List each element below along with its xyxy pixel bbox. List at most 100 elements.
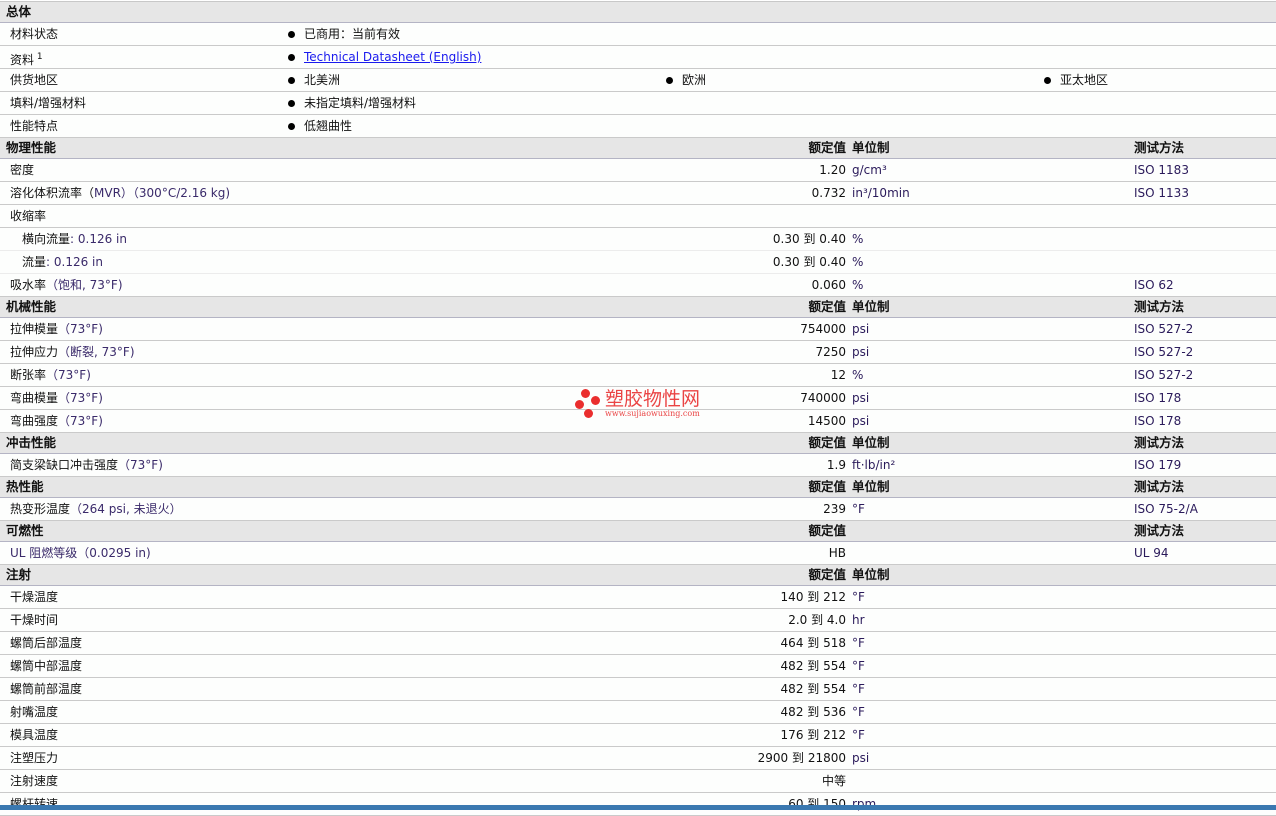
row-value: 482 到 554 [780, 682, 846, 696]
row-unit: °F [852, 590, 865, 604]
section-title: 物理性能 [6, 140, 57, 155]
header-method: 测试方法 [1134, 523, 1185, 538]
section-header-general: 总体 [0, 2, 1276, 23]
table-row: 材料状态 已商用：当前有效 [0, 23, 1276, 46]
table-row: 吸水率（饱和, 73°F) 0.060% ISO 62 [0, 274, 1276, 297]
watermark-logo: 塑胶物性网 www.sujiaowuxing.com [575, 387, 700, 419]
header-value: 额定值 [808, 479, 846, 494]
table-row: 螺筒中部温度 482 到 554 °F [0, 655, 1276, 678]
row-unit: psi [852, 391, 870, 405]
row-value: 0.732 [811, 186, 846, 200]
table-row: 螺筒前部温度 482 到 554 °F [0, 678, 1276, 701]
row-test-method: ISO 178 [1134, 414, 1182, 428]
table-row: 拉伸应力（断裂, 73°F) 7250 psi ISO 527-2 [0, 341, 1276, 364]
row-label: 螺杆转速 [10, 797, 59, 811]
section-title: 冲击性能 [6, 435, 57, 450]
row-test-method: ISO 1133 [1134, 186, 1189, 200]
row-condition: （73°F) [58, 414, 103, 428]
list-item: 低翘曲性 [288, 115, 352, 137]
row-label: 射嘴温度 [10, 705, 59, 719]
row-value: 14500 [807, 414, 846, 428]
row-condition: （264 psi, 未退火） [70, 502, 182, 516]
header-method: 测试方法 [1134, 479, 1185, 494]
table-row: 模具温度 176 到 212 °F [0, 724, 1276, 747]
header-unit: 单位制 [852, 567, 890, 582]
row-test-method: ISO 75-2/A [1134, 502, 1198, 516]
table-row: 横向流量: 0.126 in 0.30 到 0.40% [0, 228, 1276, 251]
row-label: 弯曲模量（73°F) [10, 391, 103, 405]
table-row: UL 阻燃等级（0.0295 in) HB UL 94 [0, 542, 1276, 565]
table-row: 流量: 0.126 in 0.30 到 0.40% [0, 251, 1276, 274]
watermark-url: www.sujiaowuxing.com [605, 408, 700, 418]
row-unit: % [852, 255, 864, 269]
row-label: 拉伸应力（断裂, 73°F) [10, 345, 135, 359]
row-test-method: ISO 179 [1134, 458, 1182, 472]
row-label: 热变形温度（264 psi, 未退火） [10, 502, 182, 516]
table-row: 射嘴温度 482 到 536 °F [0, 701, 1276, 724]
footnote-marker: 1 [34, 52, 43, 62]
row-unit: rpm [852, 797, 877, 811]
header-unit: 单位制 [852, 435, 890, 450]
table-row: 供货地区 北美洲 欧洲 亚太地区 [0, 69, 1276, 92]
row-label: 模具温度 [10, 728, 59, 742]
row-value: 482 到 536 [780, 705, 846, 719]
table-row: 收缩率 [0, 205, 1276, 228]
row-condition: （断裂, 73°F) [58, 345, 135, 359]
row-condition: : 0.126 in [46, 255, 103, 269]
row-value: 中等 [821, 774, 846, 788]
bottom-bar [0, 805, 1276, 810]
list-item: Technical Datasheet (English) [288, 46, 481, 68]
header-value: 额定值 [808, 435, 846, 450]
row-condition: （饱和, 73°F) [46, 278, 123, 292]
row-value: 2900 到 21800 [757, 751, 846, 765]
row-value: 740000 [800, 391, 846, 405]
row-test-method: ISO 527-2 [1134, 368, 1194, 382]
row-unit: % [852, 232, 864, 246]
row-condition: : 0.126 in [70, 232, 127, 246]
table-row: 资料 1 Technical Datasheet (English) [0, 46, 1276, 69]
row-test-method: ISO 178 [1134, 391, 1182, 405]
row-value: 0.30 到 0.40 [772, 232, 846, 246]
row-unit: hr [852, 613, 865, 627]
list-item: 欧洲 [666, 69, 706, 91]
header-unit: 单位制 [852, 479, 890, 494]
section-header: 热性能 额定值 单位制 测试方法 [0, 477, 1276, 498]
section-header: 物理性能 额定值 单位制 测试方法 [0, 138, 1276, 159]
table-row: 密度 1.20 g/cm³ ISO 1183 [0, 159, 1276, 182]
list-item: 未指定填料/增强材料 [288, 92, 416, 114]
section-header: 机械性能 额定值 单位制 测试方法 [0, 297, 1276, 318]
logo-dots-icon [575, 387, 601, 419]
row-unit: psi [852, 322, 870, 336]
list-item: 已商用：当前有效 [288, 23, 400, 45]
row-unit: °F [852, 659, 865, 673]
datasheet-link[interactable]: Technical Datasheet (English) [304, 50, 481, 64]
row-test-method: UL 94 [1134, 546, 1169, 560]
table-row: 拉伸模量（73°F) 754000 psi ISO 527-2 [0, 318, 1276, 341]
row-unit: °F [852, 502, 865, 516]
row-label: 吸水率（饱和, 73°F) [10, 278, 123, 292]
table-row: 干燥时间 2.0 到 4.0 hr [0, 609, 1276, 632]
row-test-method: ISO 527-2 [1134, 322, 1194, 336]
row-condition: （73°F) [46, 368, 91, 382]
row-label: 拉伸模量（73°F) [10, 322, 103, 336]
header-value: 额定值 [808, 140, 846, 155]
row-label: 性能特点 [10, 119, 59, 133]
row-label: 简支梁缺口冲击强度（73°F) [10, 458, 163, 472]
table-row: 干燥温度 140 到 212 °F [0, 586, 1276, 609]
row-value: 1.20 [819, 163, 846, 177]
row-value: 0.060 [811, 278, 846, 292]
section-header: 可燃性 额定值 测试方法 [0, 521, 1276, 542]
row-unit: °F [852, 682, 865, 696]
row-label: 密度 [10, 163, 35, 177]
row-label: 注塑压力 [10, 751, 59, 765]
row-label: 资料 1 [10, 52, 43, 67]
row-label: 干燥温度 [10, 590, 59, 604]
section-title: 机械性能 [6, 299, 57, 314]
row-unit: psi [852, 345, 870, 359]
row-label: 材料状态 [10, 27, 59, 41]
row-label: 干燥时间 [10, 613, 59, 627]
row-label: 螺筒后部温度 [10, 636, 83, 650]
row-condition: （73°F) [58, 391, 103, 405]
row-value: HB [828, 546, 846, 560]
header-method: 测试方法 [1134, 299, 1185, 314]
